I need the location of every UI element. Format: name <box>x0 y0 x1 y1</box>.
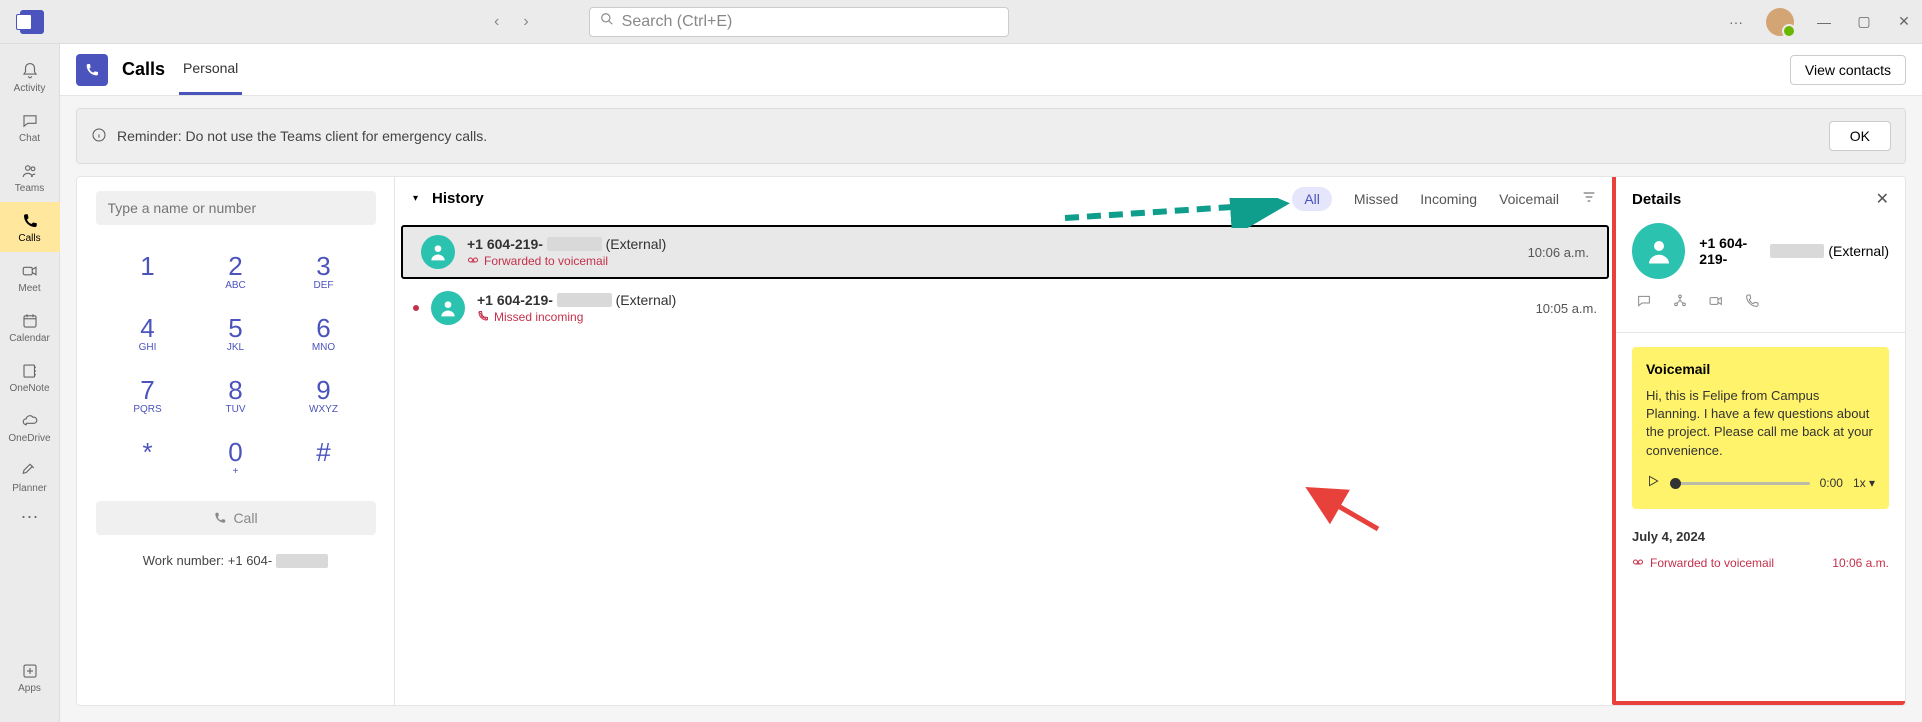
voicemail-transcript: Hi, this is Felipe from Campus Planning.… <box>1646 387 1875 460</box>
nav-forward-icon[interactable]: › <box>523 13 528 31</box>
rail-onedrive[interactable]: OneDrive <box>0 402 60 452</box>
filter-incoming[interactable]: Incoming <box>1420 191 1477 207</box>
contact-avatar-icon <box>1632 223 1685 279</box>
details-entry: Forwarded to voicemail 10:06 a.m. <box>1632 556 1889 571</box>
planner-icon <box>21 461 39 481</box>
call-button[interactable]: Call <box>96 501 376 535</box>
content-pane: Calls Personal View contacts Reminder: D… <box>60 44 1922 722</box>
banner-ok-button[interactable]: OK <box>1829 121 1891 151</box>
calendar-icon <box>21 311 39 331</box>
window-maximize-icon[interactable]: ▢ <box>1854 13 1874 30</box>
org-action-icon[interactable] <box>1672 293 1688 314</box>
call-time: 10:06 a.m. <box>1528 245 1589 260</box>
page-title: Calls <box>122 59 165 80</box>
filter-missed[interactable]: Missed <box>1354 191 1398 207</box>
rail-teams[interactable]: Teams <box>0 152 60 202</box>
history-panel: ▾ History All Missed Incoming Voicemail <box>395 177 1615 705</box>
dialkey-3[interactable]: 3DEF <box>280 239 368 301</box>
dialpad: 1 2ABC 3DEF 4GHI 5JKL 6MNO 7PQRS 8TUV 9W… <box>104 239 368 487</box>
info-icon <box>91 127 107 146</box>
voicemail-icon <box>1632 556 1644 571</box>
call-row[interactable]: +1 604-219-xxxx (External) Forwarded to … <box>401 225 1609 279</box>
rail-meet[interactable]: Meet <box>0 252 60 302</box>
dialkey-1[interactable]: 1 <box>104 239 192 301</box>
call-action-icon[interactable] <box>1744 293 1760 314</box>
contact-avatar-icon <box>421 235 455 269</box>
missed-call-icon <box>477 310 489 325</box>
filter-all[interactable]: All <box>1292 187 1332 211</box>
page-header: Calls Personal View contacts <box>60 44 1922 96</box>
voicemail-title: Voicemail <box>1646 361 1875 377</box>
dialkey-4[interactable]: 4GHI <box>104 301 192 363</box>
voicemail-icon <box>467 254 479 269</box>
more-icon[interactable]: ··· <box>1726 14 1746 30</box>
banner-text: Reminder: Do not use the Teams client fo… <box>117 128 487 144</box>
search-icon <box>600 12 614 31</box>
emergency-banner: Reminder: Do not use the Teams client fo… <box>76 108 1906 164</box>
rail-calls[interactable]: Calls <box>0 202 60 252</box>
close-icon[interactable]: ✕ <box>1876 189 1889 209</box>
dialkey-hash[interactable]: # <box>280 425 368 487</box>
filter-voicemail[interactable]: Voicemail <box>1499 191 1559 207</box>
details-panel: Details ✕ +1 604-219-xxxx (External) <box>1615 177 1905 705</box>
window-minimize-icon[interactable]: — <box>1814 14 1834 30</box>
dial-input[interactable] <box>96 191 376 225</box>
unread-dot-icon <box>413 305 419 311</box>
video-icon <box>21 261 39 281</box>
dialkey-2[interactable]: 2ABC <box>192 239 280 301</box>
play-icon[interactable] <box>1646 474 1660 493</box>
chevron-down-icon: ▾ <box>1869 476 1875 490</box>
titlebar: ‹ › Search (Ctrl+E) ··· — ▢ ✕ <box>0 0 1922 44</box>
contact-number: +1 604-219-xxxx (External) <box>1699 235 1889 267</box>
view-contacts-button[interactable]: View contacts <box>1790 55 1906 85</box>
rail-more-icon[interactable]: ··· <box>21 506 39 527</box>
onenote-icon <box>21 361 39 381</box>
nav-back-icon[interactable]: ‹ <box>494 13 499 31</box>
chat-action-icon[interactable] <box>1636 293 1652 314</box>
rail-planner[interactable]: Planner <box>0 452 60 502</box>
dialkey-8[interactable]: 8TUV <box>192 363 280 425</box>
dialer-panel: 1 2ABC 3DEF 4GHI 5JKL 6MNO 7PQRS 8TUV 9W… <box>77 177 395 705</box>
dialkey-5[interactable]: 5JKL <box>192 301 280 363</box>
nav-arrows: ‹ › <box>494 13 529 31</box>
teams-logo-icon <box>20 10 44 34</box>
filter-icon[interactable] <box>1581 189 1597 208</box>
window-close-icon[interactable]: ✕ <box>1894 13 1914 30</box>
call-time: 10:05 a.m. <box>1536 301 1597 316</box>
work-number: Work number: +1 604-xxxx <box>143 553 328 568</box>
dialkey-6[interactable]: 6MNO <box>280 301 368 363</box>
apps-icon <box>21 661 39 681</box>
rail-calendar[interactable]: Calendar <box>0 302 60 352</box>
search-placeholder: Search (Ctrl+E) <box>622 13 733 31</box>
speed-selector[interactable]: 1x ▾ <box>1853 476 1875 490</box>
details-date: July 4, 2024 <box>1632 529 1889 544</box>
details-title: Details <box>1632 191 1681 208</box>
search-input[interactable]: Search (Ctrl+E) <box>589 7 1009 37</box>
call-row[interactable]: +1 604-219-xxxx (External) Missed incomi… <box>395 283 1615 333</box>
chat-icon <box>21 111 39 131</box>
video-action-icon[interactable] <box>1708 293 1724 314</box>
phone-icon <box>21 211 39 231</box>
audio-slider[interactable] <box>1670 482 1810 485</box>
rail-apps[interactable]: Apps <box>0 652 60 702</box>
history-title: History <box>432 190 484 207</box>
dialkey-star[interactable]: * <box>104 425 192 487</box>
people-icon <box>21 161 39 181</box>
bell-icon <box>21 61 39 81</box>
cloud-icon <box>21 411 39 431</box>
rail-activity[interactable]: Activity <box>0 52 60 102</box>
contact-avatar-icon <box>431 291 465 325</box>
history-collapse-icon[interactable]: ▾ <box>413 193 418 204</box>
rail-onenote[interactable]: OneNote <box>0 352 60 402</box>
dialkey-7[interactable]: 7PQRS <box>104 363 192 425</box>
voicemail-box: Voicemail Hi, this is Felipe from Campus… <box>1632 347 1889 509</box>
dialkey-9[interactable]: 9WXYZ <box>280 363 368 425</box>
rail-nav: Activity Chat Teams Calls Meet Calendar … <box>0 44 60 722</box>
calls-app-icon <box>76 54 108 86</box>
dialkey-0[interactable]: 0+ <box>192 425 280 487</box>
tab-personal[interactable]: Personal <box>179 44 242 95</box>
rail-chat[interactable]: Chat <box>0 102 60 152</box>
avatar[interactable] <box>1766 8 1794 36</box>
audio-time: 0:00 <box>1820 476 1843 490</box>
